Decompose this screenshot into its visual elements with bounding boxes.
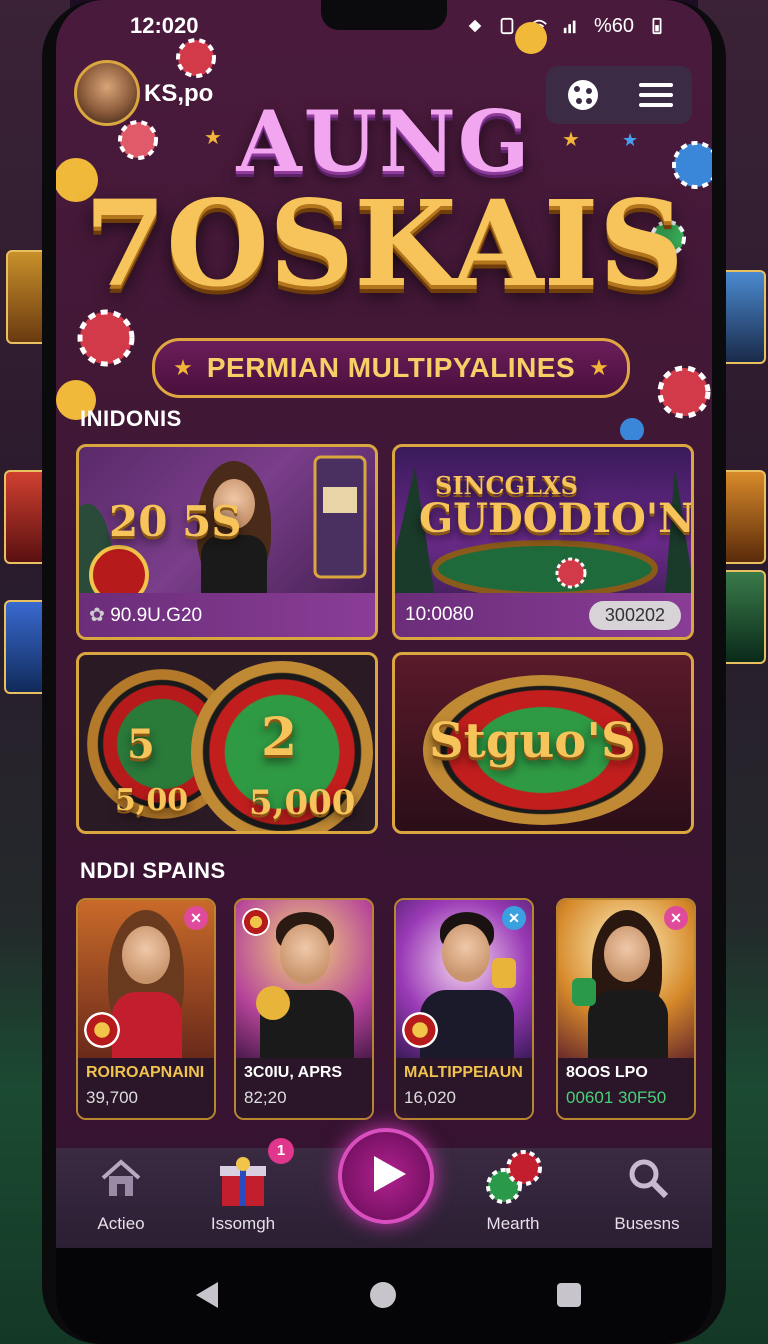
- play-button[interactable]: [338, 1128, 434, 1224]
- chip-icon: [402, 1012, 438, 1048]
- player-name: ROIROAPNAINI: [86, 1064, 205, 1081]
- recents-icon[interactable]: [556, 1282, 582, 1308]
- player-card[interactable]: 3C0IU, APRS 82;20: [234, 898, 374, 1120]
- notification-badge: 1: [268, 1138, 294, 1164]
- bottom-nav: Actieo 1 Issomgh Mearth Busesns: [56, 1128, 712, 1248]
- promo-banner[interactable]: ★ PERMIAN MULTIPYALINES ★: [152, 338, 630, 398]
- search-icon: [629, 1159, 669, 1199]
- section-title-1: INIDONIS: [80, 406, 182, 431]
- card-value: 5,000: [249, 783, 356, 823]
- card-label-bar: 10:0080 300202: [395, 593, 691, 637]
- nav-item-gifts[interactable]: 1 Issomgh: [188, 1138, 298, 1248]
- brand-logo: AUNG 7OSKAIS: [56, 92, 712, 303]
- player-portrait: [604, 926, 650, 982]
- section-title-2: NDDI SPAINS: [80, 858, 226, 883]
- game-card[interactable]: 20 5S ✿ 90.9U.G20: [76, 444, 378, 640]
- player-value: 39,700: [86, 1088, 138, 1107]
- player-name: 8OOS LPO: [566, 1064, 648, 1081]
- player-portrait: [442, 924, 490, 982]
- card-label: 90.9U.G20: [110, 604, 203, 626]
- player-value: 00601 30F50: [566, 1088, 667, 1107]
- card-label: 10:0080: [405, 604, 474, 625]
- nav-label: Mearth: [486, 1214, 540, 1233]
- card-big-text: Stguo'S: [429, 713, 636, 769]
- nav-label: Actieo: [97, 1214, 145, 1233]
- star-icon: ★: [589, 355, 609, 380]
- player-card[interactable]: ✕ 8OOS LPO 00601 30F50: [556, 898, 696, 1120]
- favorite-badge-icon[interactable]: ✕: [664, 906, 688, 930]
- card-big-text: 5: [127, 721, 155, 768]
- card-label-bar: ✿ 90.9U.G20: [79, 593, 375, 637]
- chips-icon: [486, 1150, 542, 1204]
- home-icon: [101, 1159, 141, 1196]
- player-name: 3C0IU, APRS: [244, 1064, 343, 1081]
- nav-item-home[interactable]: Actieo: [66, 1148, 176, 1248]
- player-card[interactable]: ✕ MALTIPPEIAUN 16,020: [394, 898, 534, 1120]
- game-card[interactable]: SINCGLXS GUDODIO'N 10:0080 300202: [392, 444, 694, 640]
- chip-icon: [242, 908, 270, 936]
- player-portrait: [122, 926, 170, 984]
- card-value: 5,00: [115, 783, 189, 818]
- game-card[interactable]: Stguo'S: [392, 652, 694, 834]
- card-pill: 300202: [588, 600, 681, 630]
- player-card[interactable]: ✕ ROIROAPNAINI 39,700: [76, 898, 216, 1120]
- app-screen: 12:020 %60 KS,po ★ ★ ★ AUNG 7OSKAIS ★ PE…: [56, 0, 712, 1344]
- player-name: MALTIPPEIAUN: [404, 1064, 523, 1081]
- card-big-text: GUDODIO'N: [419, 495, 694, 542]
- logo-line-2: 7OSKAIS: [84, 174, 684, 313]
- chip-icon: [84, 1012, 120, 1048]
- gift-icon: [220, 1157, 266, 1206]
- home-circle-icon[interactable]: [368, 1280, 398, 1310]
- nav-label: Issomgh: [210, 1214, 276, 1233]
- player-value: 82;20: [244, 1088, 287, 1107]
- card-big-text: 20 5S: [109, 497, 242, 546]
- favorite-badge-icon[interactable]: ✕: [502, 906, 526, 930]
- favorite-badge-icon[interactable]: ✕: [184, 906, 208, 930]
- back-icon[interactable]: [192, 1280, 220, 1310]
- game-card[interactable]: 5 2 5,00 5,000: [76, 652, 378, 834]
- system-nav-bar: [56, 1248, 712, 1344]
- player-value: 16,020: [404, 1088, 456, 1107]
- star-icon: ★: [173, 355, 193, 380]
- card-big-text: 2: [261, 707, 298, 768]
- banner-text: PERMIAN MULTIPYALINES: [206, 352, 576, 383]
- player-portrait: [280, 924, 330, 984]
- nav-item-chips[interactable]: Mearth: [458, 1148, 568, 1248]
- nav-label: Busesns: [614, 1214, 680, 1233]
- nav-item-search[interactable]: Busesns: [592, 1148, 702, 1248]
- play-icon: [374, 1156, 406, 1192]
